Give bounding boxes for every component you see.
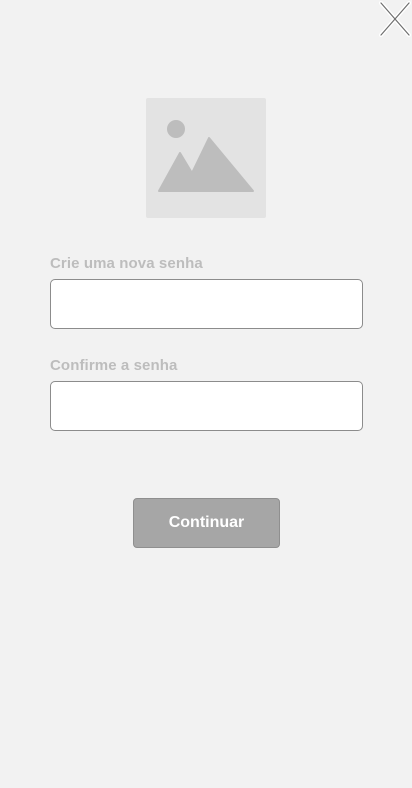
continue-button[interactable]: Continuar bbox=[133, 498, 280, 548]
confirm-password-input[interactable] bbox=[50, 381, 363, 431]
image-placeholder bbox=[146, 98, 266, 218]
confirm-password-label: Confirme a senha bbox=[50, 357, 178, 374]
image-placeholder-icon bbox=[158, 120, 254, 192]
new-password-input[interactable] bbox=[50, 279, 363, 329]
new-password-label: Crie uma nova senha bbox=[50, 255, 203, 272]
close-button[interactable] bbox=[378, 0, 412, 38]
close-icon bbox=[379, 1, 411, 37]
